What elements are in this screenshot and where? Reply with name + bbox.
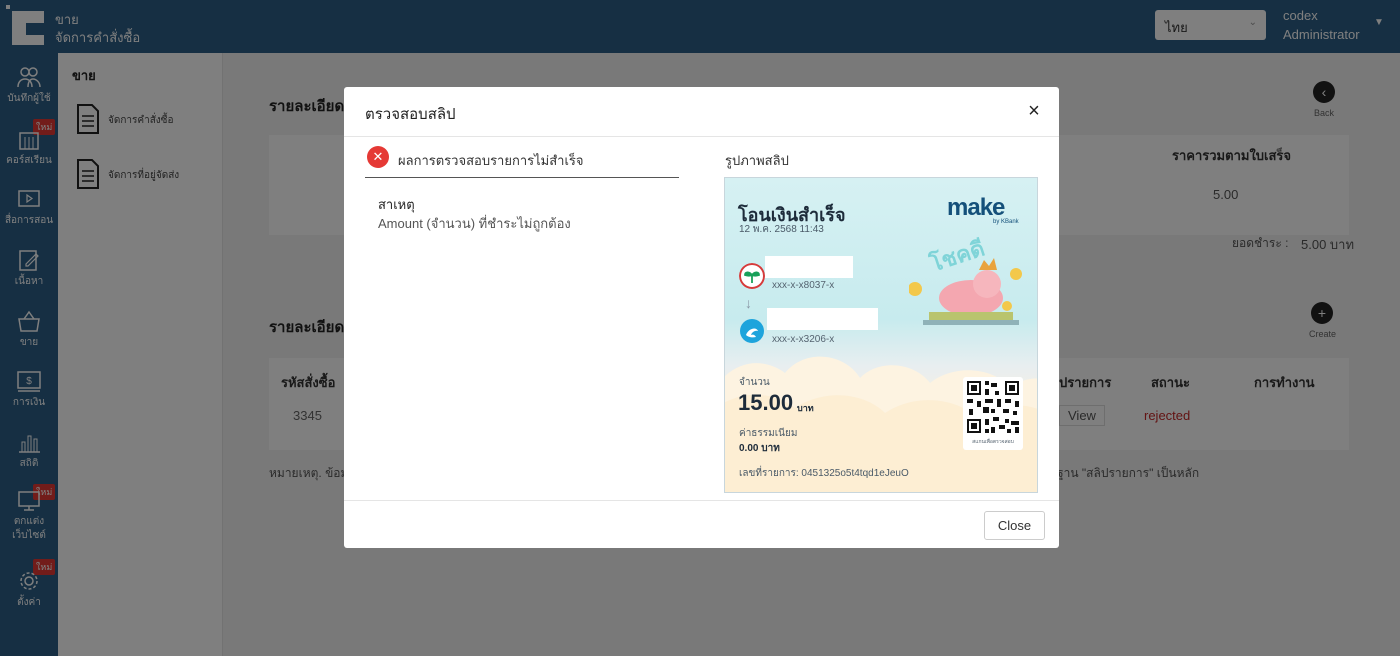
fee-value: 0.00 บาท bbox=[739, 443, 780, 454]
make-logo-sub: by KBank bbox=[993, 219, 1019, 225]
krungthai-icon bbox=[740, 319, 764, 343]
masked-sender-name bbox=[765, 256, 853, 278]
masked-receiver-name bbox=[767, 308, 878, 330]
close-button[interactable]: Close bbox=[984, 511, 1045, 540]
modal-header: ตรวจสอบสลิป × bbox=[344, 87, 1059, 137]
receiver-account: xxx-x-x3206-x bbox=[772, 334, 835, 345]
reason-label: สาเหตุ bbox=[378, 197, 415, 212]
close-icon[interactable]: × bbox=[1023, 100, 1045, 122]
error-icon: ✕ bbox=[367, 146, 389, 168]
arrow-down-icon: ↓ bbox=[745, 295, 752, 311]
slip-image-title: รูปภาพสลิป bbox=[725, 153, 789, 168]
lucky-elephant-illustration: โชคดี bbox=[909, 234, 1022, 325]
reason-text: Amount (จำนวน) ที่ชำระไม่ถูกต้อง bbox=[378, 216, 571, 231]
fee-label: ค่าธรรมเนียม bbox=[739, 428, 798, 439]
check-result-text: ผลการตรวจสอบรายการไม่สำเร็จ bbox=[398, 153, 584, 168]
slip-datetime: 12 พ.ค. 2568 11:43 bbox=[739, 224, 824, 235]
make-logo: make bbox=[947, 194, 1005, 221]
kbank-icon bbox=[739, 263, 765, 289]
lucky-text: โชคดี bbox=[926, 234, 988, 277]
sender-account: xxx-x-x8037-x bbox=[772, 280, 835, 291]
modal-footer: Close bbox=[344, 500, 1059, 548]
amount-value: 15.00 bbox=[738, 390, 794, 415]
qr-code-icon bbox=[965, 379, 1021, 435]
amount-label: จำนวน bbox=[739, 377, 770, 388]
qr-code: สแกนเพื่อตรวจสอบ bbox=[963, 377, 1023, 450]
check-result: ✕ ผลการตรวจสอบรายการไม่สำเร็จ bbox=[365, 146, 679, 178]
transaction-reference: เลขที่รายการ: 0451325o5t4tqd1eJeuO bbox=[739, 468, 909, 479]
amount-unit: บาท bbox=[797, 403, 814, 413]
qr-caption: สแกนเพื่อตรวจสอบ bbox=[972, 439, 1014, 445]
slip-image: โอนเงินสำเร็จ 12 พ.ค. 2568 11:43 make by… bbox=[724, 177, 1038, 493]
modal-title: ตรวจสอบสลิป bbox=[365, 106, 456, 123]
slip-check-modal: ตรวจสอบสลิป × ✕ ผลการตรวจสอบรายการไม่สำเ… bbox=[344, 87, 1059, 548]
